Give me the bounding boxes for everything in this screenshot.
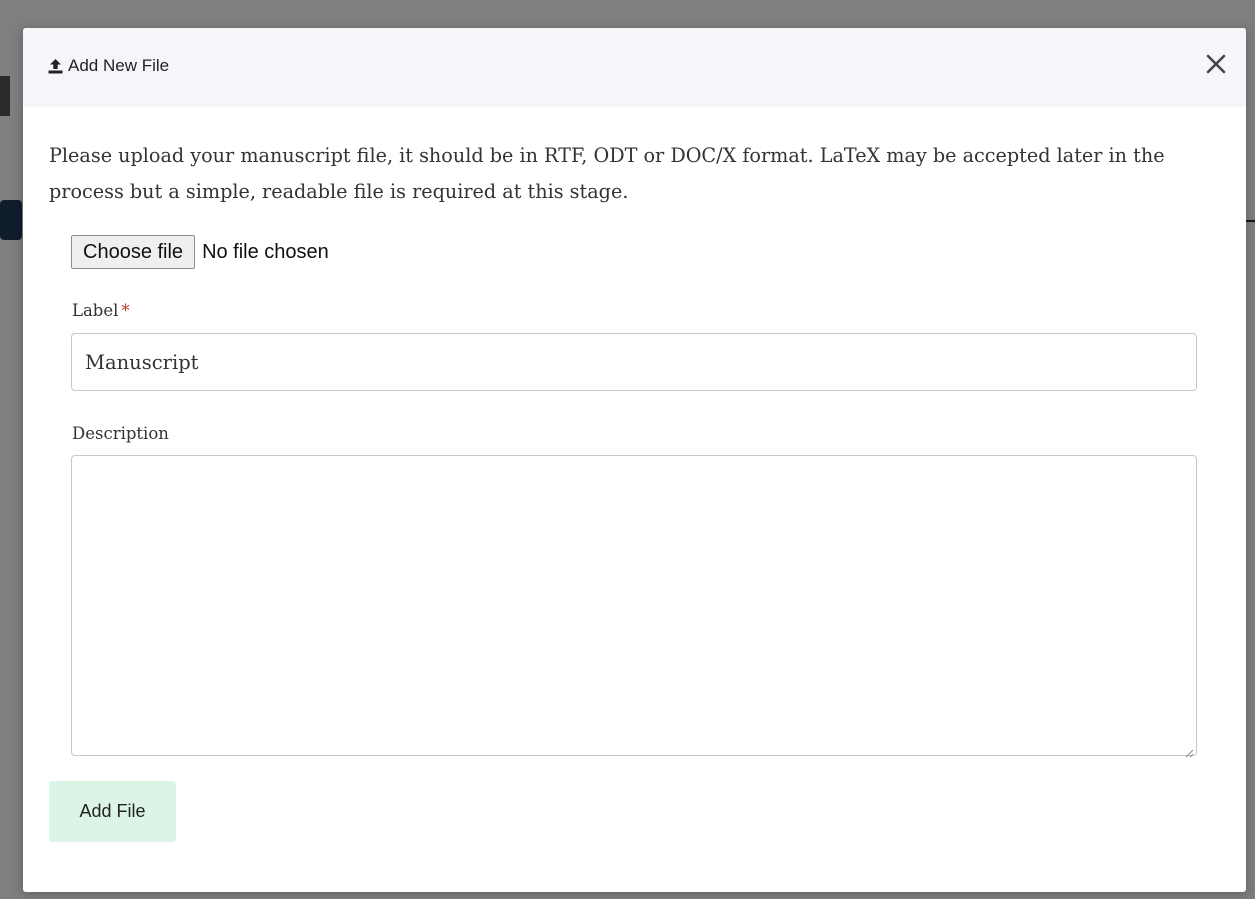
label-field-label-text: Label (72, 301, 119, 320)
add-file-modal: Add New File Please upload your manuscri… (23, 28, 1246, 892)
label-field-label: Label * (72, 301, 130, 320)
label-input-value: Manuscript (85, 350, 199, 374)
resize-grip-icon[interactable] (1184, 743, 1194, 758)
file-status: No file chosen (202, 240, 329, 263)
label-input[interactable]: Manuscript (71, 333, 1197, 391)
modal-title: Add New File (47, 56, 169, 76)
choose-file-button[interactable]: Choose file (71, 235, 196, 269)
description-field-label: Description (72, 424, 169, 443)
required-marker: * (121, 301, 130, 320)
close-icon (1206, 54, 1226, 78)
description-textarea[interactable] (71, 455, 1197, 758)
modal-title-text: Add New File (68, 56, 170, 75)
modal-header: Add New File (23, 28, 1246, 107)
upload-icon (47, 58, 64, 75)
add-file-button[interactable]: Add File (49, 781, 176, 842)
file-input[interactable]: Choose file No file chosen (71, 235, 329, 269)
upload-instructions: Please upload your manuscript file, it s… (49, 144, 1165, 203)
close-button[interactable] (1200, 48, 1232, 84)
